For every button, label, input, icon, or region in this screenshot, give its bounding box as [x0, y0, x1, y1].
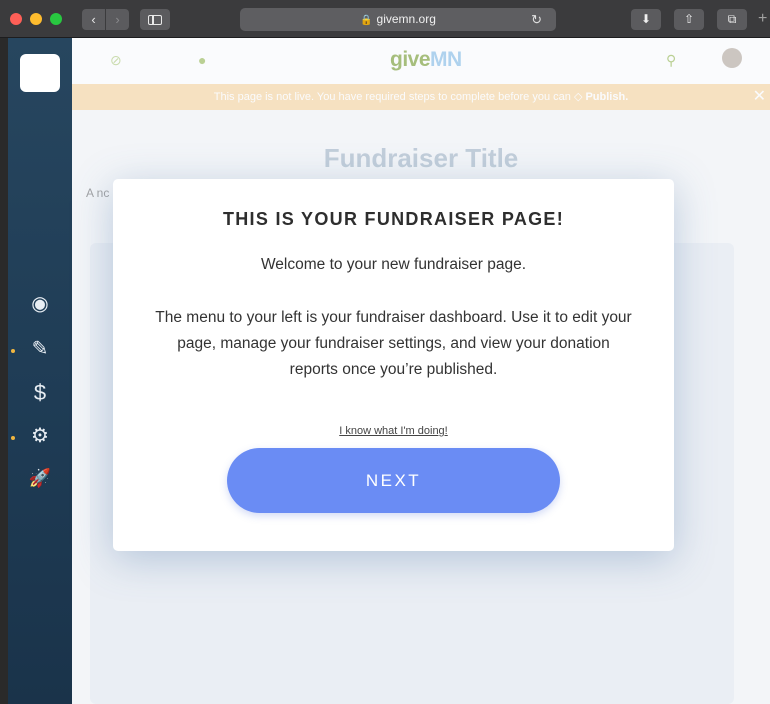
- reload-icon[interactable]: ↻: [531, 8, 542, 31]
- fundraiser-dashboard-sidebar: ◉ ✎ $ ⚙ 🚀: [8, 38, 72, 704]
- browser-toolbar: ‹ › 🔒 givemn.org ↻ ⬇ ⇧ ⧉ +: [0, 0, 770, 38]
- tabs-overview-button[interactable]: ⧉: [717, 9, 747, 30]
- zoom-window-button[interactable]: [50, 13, 62, 25]
- close-window-button[interactable]: [10, 13, 22, 25]
- modal-welcome-text: Welcome to your new fundraiser page.: [260, 256, 527, 273]
- dollar-icon[interactable]: $: [8, 380, 72, 406]
- modal-body-text: The menu to your left is your fundraiser…: [155, 309, 632, 378]
- welcome-modal: THIS IS YOUR FUNDRAISER PAGE! Welcome to…: [113, 179, 674, 551]
- skip-tour-link[interactable]: I know what I'm doing!: [113, 425, 674, 437]
- share-button[interactable]: ⇧: [674, 9, 704, 30]
- window-edge: [0, 38, 8, 704]
- sidebar-icon: [148, 15, 162, 25]
- pencil-icon[interactable]: ✎: [8, 336, 72, 361]
- sidebar-toggle-button[interactable]: [140, 9, 170, 30]
- lock-icon: 🔒: [360, 15, 373, 26]
- download-button[interactable]: ⬇: [631, 9, 661, 30]
- next-button[interactable]: NEXT: [227, 448, 560, 513]
- gears-icon[interactable]: ⚙: [8, 423, 72, 448]
- dashboard-logo[interactable]: [20, 54, 60, 92]
- eye-icon[interactable]: ◉: [8, 291, 72, 316]
- forward-button[interactable]: ›: [106, 9, 129, 30]
- rocket-icon[interactable]: 🚀: [8, 468, 72, 489]
- url-text: givemn.org: [376, 12, 436, 26]
- address-bar[interactable]: 🔒 givemn.org ↻: [240, 8, 556, 31]
- back-button[interactable]: ‹: [82, 9, 105, 30]
- minimize-window-button[interactable]: [30, 13, 42, 25]
- modal-title: THIS IS YOUR FUNDRAISER PAGE!: [222, 209, 565, 229]
- new-tab-button[interactable]: +: [758, 10, 767, 28]
